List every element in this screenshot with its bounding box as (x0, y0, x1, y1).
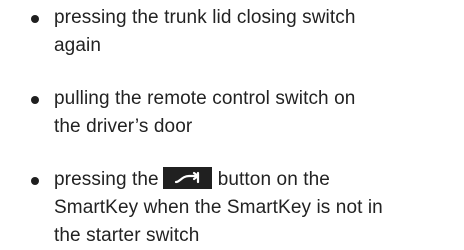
list-item-text: pressing the button on the SmartKey when… (54, 166, 454, 250)
text-line: pulling the remote control switch on (54, 88, 356, 109)
text-line: the driver’s door (54, 116, 193, 137)
text-line: pressing the trunk lid closing switch (54, 7, 356, 28)
text-line: pressing the button on the (54, 166, 454, 194)
bullet-icon (31, 177, 39, 185)
text-line: SmartKey when the SmartKey is not in (54, 197, 383, 218)
trunk-lid-button-icon (162, 167, 212, 189)
text-fragment: pressing the (54, 169, 159, 190)
bullet-list: pressing the trunk lid closing switch ag… (0, 0, 464, 250)
text-fragment: button on the (217, 169, 330, 190)
bullet-icon (31, 96, 39, 104)
text-line: again (54, 35, 101, 56)
bullet-icon (31, 15, 39, 23)
text-line: the starter switch (54, 225, 200, 246)
list-item-text: pressing the trunk lid closing switch ag… (54, 4, 454, 60)
list-item-text: pulling the remote control switch on the… (54, 85, 454, 141)
